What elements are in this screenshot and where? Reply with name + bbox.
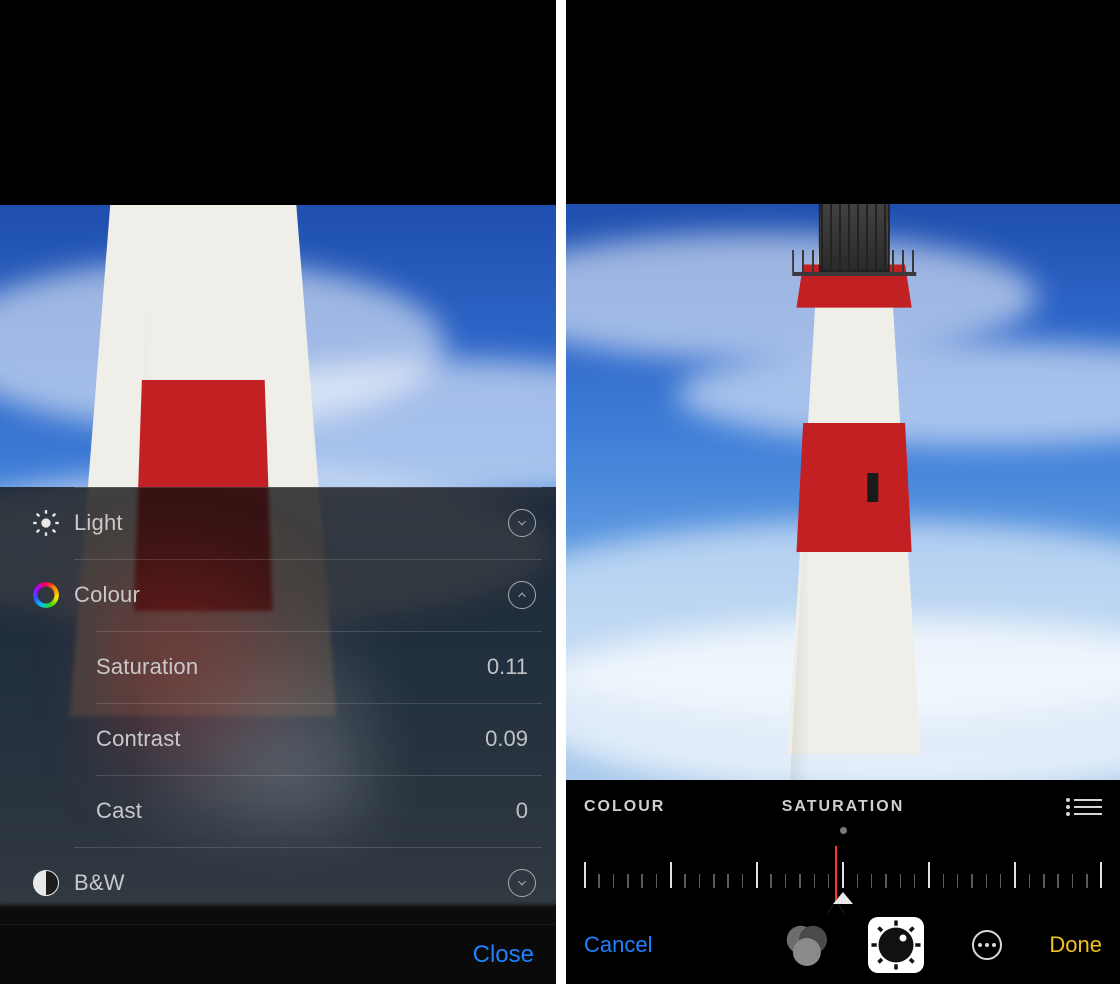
list-icon[interactable] [1074,799,1102,815]
lighthouse-graphic [743,204,965,780]
filters-button[interactable] [778,917,834,973]
crop-button[interactable] [687,917,743,973]
adjust-cast-label: Cast [96,798,516,824]
panel-adjust-slider: COLOUR SATURATION Cancel [566,0,1120,984]
adjust-cast[interactable]: Cast 0 [0,775,556,847]
filters-icon [778,917,834,973]
category-bw-label: B&W [74,870,508,896]
sun-icon [32,509,60,537]
category-colour-label: Colour [74,582,508,608]
category-light-label: Light [74,510,508,536]
slider-pointer [833,892,853,904]
adjust-contrast-label: Contrast [96,726,485,752]
adjust-saturation-value: 0.11 [487,654,528,680]
adjust-saturation[interactable]: Saturation 0.11 [0,631,556,703]
chevron-down-icon [508,509,536,537]
panel-adjust-list: Light Colour Saturation 0.11 Contrast 0.… [0,0,556,984]
photo-preview [566,204,1120,780]
crop-icon [687,917,743,973]
adjust-bottom-bar: COLOUR SATURATION Cancel [566,780,1120,984]
category-colour[interactable]: Colour [0,559,556,631]
close-button[interactable]: Close [0,924,556,984]
value-slider[interactable] [566,842,1120,902]
chevron-up-icon [508,581,536,609]
category-light[interactable]: Light [0,487,556,559]
chevron-down-icon [508,869,536,897]
adjust-saturation-label: Saturation [96,654,487,680]
adjust-contrast-value: 0.09 [485,726,528,752]
cancel-button[interactable]: Cancel [584,932,652,958]
dial-icon [868,917,924,973]
header-category-label: COLOUR [584,798,665,816]
colour-ring-icon [33,582,59,608]
page-indicator [566,824,1120,836]
more-button[interactable] [959,917,1015,973]
done-button[interactable]: Done [1049,932,1102,958]
close-button-label: Close [473,941,534,969]
more-icon [972,930,1002,960]
adjust-contrast[interactable]: Contrast 0.09 [0,703,556,775]
adjust-cast-value: 0 [516,798,528,824]
adjust-button[interactable] [868,917,924,973]
adjustments-sheet: Light Colour Saturation 0.11 Contrast 0.… [0,487,556,984]
bw-icon [33,870,59,896]
category-bw[interactable]: B&W [0,847,556,919]
